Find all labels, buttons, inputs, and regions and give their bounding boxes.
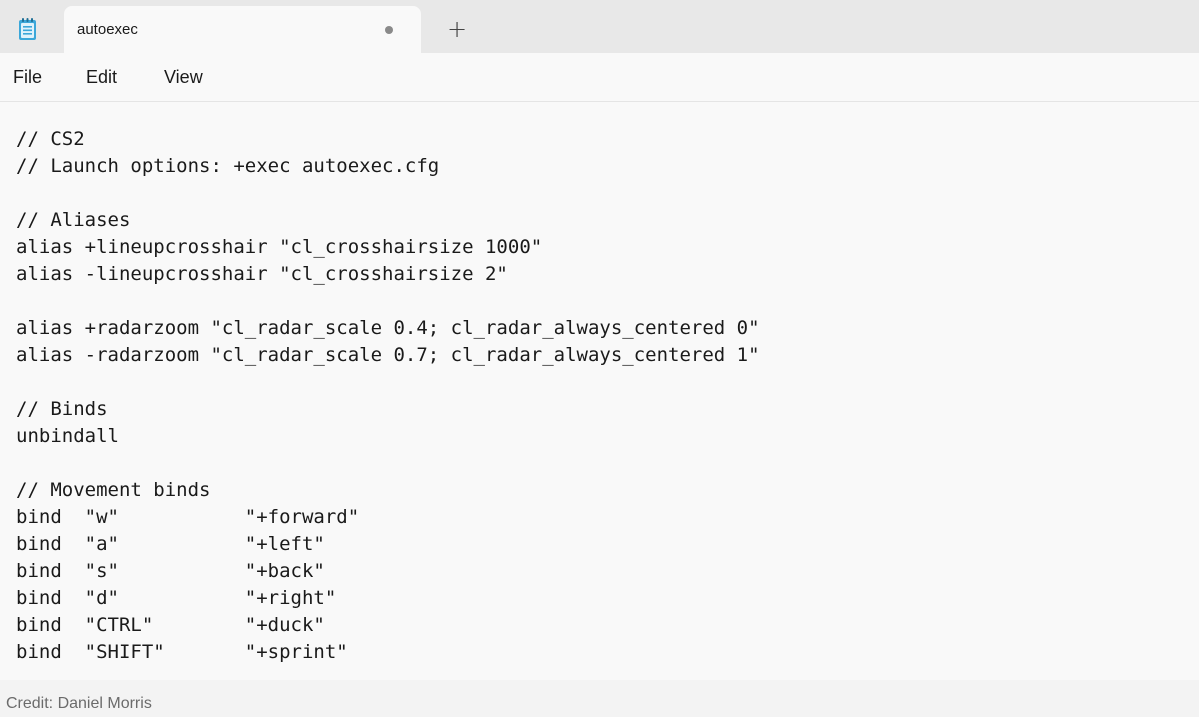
editor-line: alias +radarzoom "cl_radar_scale 0.4; cl… [16, 317, 760, 339]
menu-bar: File Edit View [0, 53, 1199, 102]
text-editor[interactable]: // CS2 // Launch options: +exec autoexec… [0, 102, 1199, 680]
new-tab-button[interactable]: + [444, 16, 470, 42]
editor-line: bind "a" "+left" [16, 533, 325, 555]
unsaved-dot-icon[interactable] [385, 26, 393, 34]
editor-line: // Binds [16, 398, 108, 420]
notepad-window: autoexec + File Edit View // CS2 // Laun… [0, 0, 1199, 680]
editor-line: unbindall [16, 425, 119, 447]
editor-line: alias -lineupcrosshair "cl_crosshairsize… [16, 263, 508, 285]
editor-line: // Movement binds [16, 479, 211, 501]
editor-line: // Aliases [16, 209, 131, 231]
tab-autoexec[interactable]: autoexec [64, 6, 421, 53]
menu-view[interactable]: View [164, 67, 203, 88]
image-credit: Credit: Daniel Morris [6, 695, 152, 712]
tab-bar: autoexec + [0, 0, 1199, 53]
tab-title: autoexec [77, 21, 138, 38]
editor-line: alias -radarzoom "cl_radar_scale 0.7; cl… [16, 344, 760, 366]
menu-edit[interactable]: Edit [86, 67, 117, 88]
notepad-icon [19, 18, 36, 40]
editor-line: bind "s" "+back" [16, 560, 325, 582]
menu-file[interactable]: File [13, 67, 42, 88]
editor-content[interactable]: // CS2 // Launch options: +exec autoexec… [16, 126, 760, 666]
editor-line: // Launch options: +exec autoexec.cfg [16, 155, 440, 177]
editor-line: alias +lineupcrosshair "cl_crosshairsize… [16, 236, 543, 258]
editor-line: bind "SHIFT" "+sprint" [16, 641, 348, 663]
editor-line: // CS2 [16, 128, 85, 150]
editor-line: bind "d" "+right" [16, 587, 337, 609]
editor-line: bind "CTRL" "+duck" [16, 614, 325, 636]
editor-line: bind "w" "+forward" [16, 506, 360, 528]
